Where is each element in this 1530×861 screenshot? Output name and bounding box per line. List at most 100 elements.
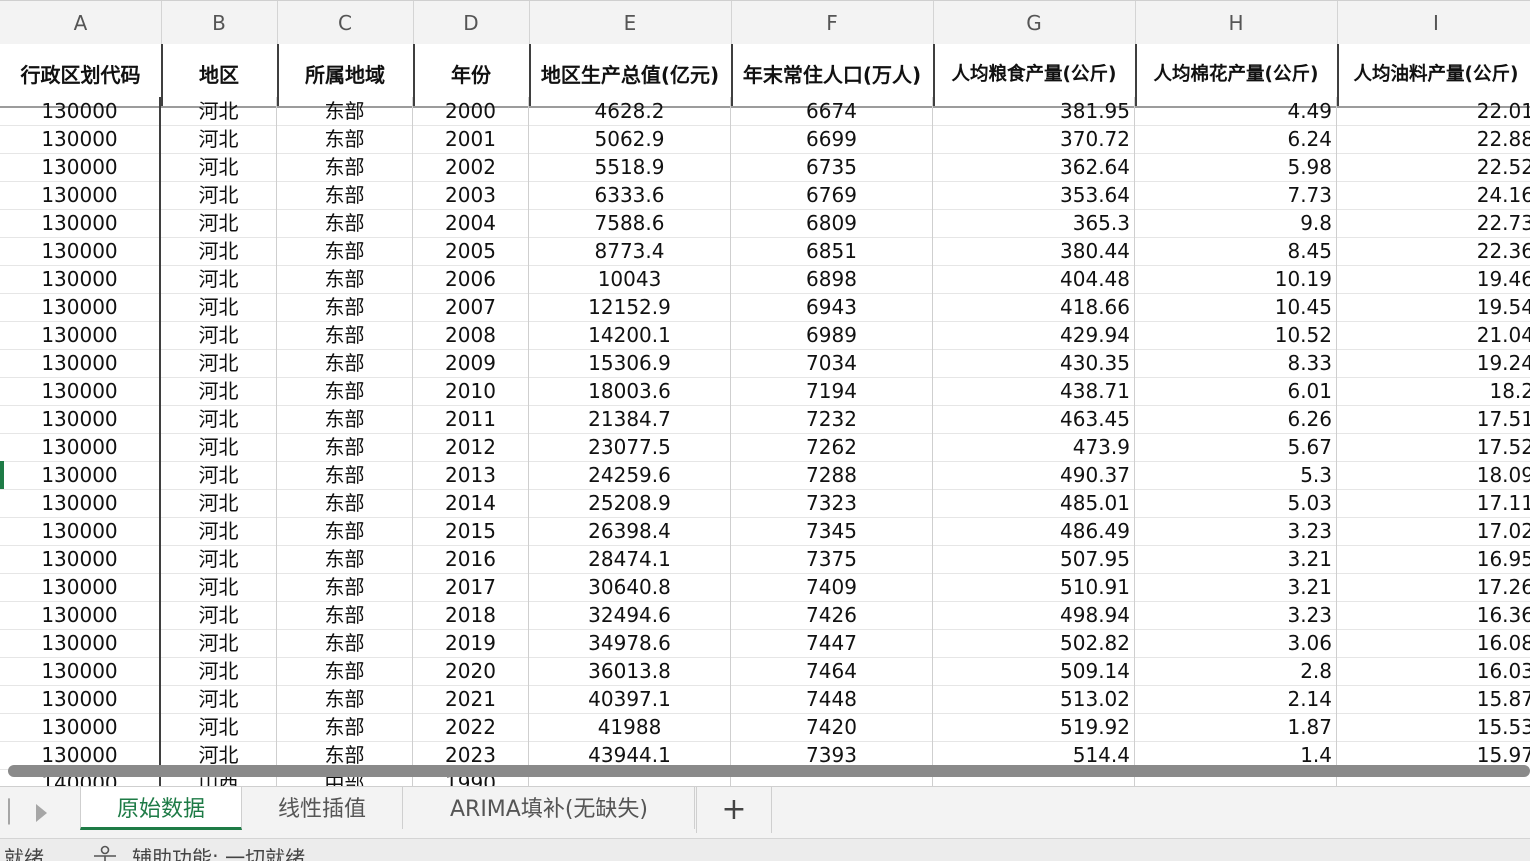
cell-year[interactable]: 2005: [413, 237, 529, 265]
cell-gdp[interactable]: 18003.6: [529, 377, 731, 405]
cell-year[interactable]: 2000: [413, 97, 529, 125]
cell-gdp[interactable]: 8773.4: [529, 237, 731, 265]
cell-grain-per-capita[interactable]: 502.82: [933, 629, 1135, 657]
cell-region[interactable]: 河北: [161, 209, 277, 237]
cell-region[interactable]: 河北: [161, 349, 277, 377]
horizontal-scrollbar[interactable]: [8, 765, 1530, 777]
cell-cotton-per-capita[interactable]: 8.33: [1135, 349, 1337, 377]
cell-oil-per-capita[interactable]: 22.88: [1337, 125, 1530, 153]
cell-cotton-per-capita[interactable]: 6.01: [1135, 377, 1337, 405]
cell-region-code[interactable]: 130000: [0, 181, 161, 209]
cell-gdp[interactable]: 30640.8: [529, 573, 731, 601]
cell-oil-per-capita[interactable]: 19.24: [1337, 349, 1530, 377]
column-letter-b[interactable]: B: [161, 1, 278, 45]
cell-cotton-per-capita[interactable]: 5.03: [1135, 489, 1337, 517]
cell-region-code[interactable]: 130000: [0, 461, 161, 489]
cell-gdp[interactable]: 23077.5: [529, 433, 731, 461]
cell-year[interactable]: 2016: [413, 545, 529, 573]
cell-region-code[interactable]: 130000: [0, 573, 161, 601]
cell-region[interactable]: 河北: [161, 97, 277, 125]
cell-grain-per-capita[interactable]: 473.9: [933, 433, 1135, 461]
cell-region-code[interactable]: 130000: [0, 125, 161, 153]
cell-gdp[interactable]: 5062.9: [529, 125, 731, 153]
cell-year[interactable]: 2018: [413, 601, 529, 629]
cell-region-code[interactable]: 130000: [0, 153, 161, 181]
cell-cotton-per-capita[interactable]: 8.45: [1135, 237, 1337, 265]
cell-region[interactable]: 河北: [161, 573, 277, 601]
cell-area[interactable]: 东部: [277, 573, 413, 601]
cell-population[interactable]: 7194: [731, 377, 933, 405]
cell-region[interactable]: 河北: [161, 433, 277, 461]
cell-area[interactable]: 东部: [277, 657, 413, 685]
cell-grain-per-capita[interactable]: 370.72: [933, 125, 1135, 153]
cell-area[interactable]: 东部: [277, 517, 413, 545]
column-letter-c[interactable]: C: [277, 1, 414, 45]
cell-gdp[interactable]: 32494.6: [529, 601, 731, 629]
cell-gdp[interactable]: 41988: [529, 713, 731, 741]
cell-year[interactable]: 2012: [413, 433, 529, 461]
cell-grain-per-capita[interactable]: 362.64: [933, 153, 1135, 181]
cell-region-code[interactable]: 130000: [0, 657, 161, 685]
cell-grain-per-capita[interactable]: 429.94: [933, 321, 1135, 349]
cell-grain-per-capita[interactable]: 507.95: [933, 545, 1135, 573]
cell-gdp[interactable]: 25208.9: [529, 489, 731, 517]
cell-cotton-per-capita[interactable]: 9.8: [1135, 209, 1337, 237]
cell-area[interactable]: 东部: [277, 629, 413, 657]
cell-population[interactable]: 6769: [731, 181, 933, 209]
cell-oil-per-capita[interactable]: 17.52: [1337, 433, 1530, 461]
cell-year[interactable]: 2009: [413, 349, 529, 377]
cell-region[interactable]: 河北: [161, 629, 277, 657]
cell-area[interactable]: 东部: [277, 237, 413, 265]
cell-oil-per-capita[interactable]: 19.46: [1337, 265, 1530, 293]
cell-cotton-per-capita[interactable]: 4.49: [1135, 97, 1337, 125]
cell-area[interactable]: 东部: [277, 601, 413, 629]
cell-grain-per-capita[interactable]: 380.44: [933, 237, 1135, 265]
cell-area[interactable]: 东部: [277, 153, 413, 181]
cell-cotton-per-capita[interactable]: 7.73: [1135, 181, 1337, 209]
cell-region[interactable]: 河北: [161, 293, 277, 321]
cell-cotton-per-capita[interactable]: 6.24: [1135, 125, 1337, 153]
cell-year[interactable]: 2008: [413, 321, 529, 349]
cell-population[interactable]: 6699: [731, 125, 933, 153]
cell-year[interactable]: 2011: [413, 405, 529, 433]
cell-population[interactable]: 7447: [731, 629, 933, 657]
cell-gdp[interactable]: 4628.2: [529, 97, 731, 125]
cell-region[interactable]: 河北: [161, 517, 277, 545]
cell-region[interactable]: 河北: [161, 377, 277, 405]
cell-year[interactable]: 2010: [413, 377, 529, 405]
cell-grain-per-capita[interactable]: 463.45: [933, 405, 1135, 433]
cell-region[interactable]: 河北: [161, 461, 277, 489]
cell-population[interactable]: 6898: [731, 265, 933, 293]
cell-area[interactable]: 东部: [277, 293, 413, 321]
cell-grain-per-capita[interactable]: 519.92: [933, 713, 1135, 741]
cell-region[interactable]: 河北: [161, 545, 277, 573]
cell-year[interactable]: 2014: [413, 489, 529, 517]
cell-population[interactable]: 6809: [731, 209, 933, 237]
cell-year[interactable]: 2001: [413, 125, 529, 153]
cell-year[interactable]: 2013: [413, 461, 529, 489]
cell-area[interactable]: 东部: [277, 489, 413, 517]
cell-gdp[interactable]: 6333.6: [529, 181, 731, 209]
cell-year[interactable]: 2022: [413, 713, 529, 741]
cell-region-code[interactable]: 130000: [0, 545, 161, 573]
cell-population[interactable]: 7262: [731, 433, 933, 461]
cell-gdp[interactable]: 5518.9: [529, 153, 731, 181]
cell-population[interactable]: 7345: [731, 517, 933, 545]
cell-population[interactable]: 7288: [731, 461, 933, 489]
cell-region-code[interactable]: 130000: [0, 629, 161, 657]
cell-population[interactable]: 7232: [731, 405, 933, 433]
cell-area[interactable]: 东部: [277, 545, 413, 573]
cell-area[interactable]: 东部: [277, 461, 413, 489]
cell-area[interactable]: 东部: [277, 405, 413, 433]
cell-oil-per-capita[interactable]: 19.54: [1337, 293, 1530, 321]
cell-oil-per-capita[interactable]: 18.09: [1337, 461, 1530, 489]
cell-gdp[interactable]: 24259.6: [529, 461, 731, 489]
cell-grain-per-capita[interactable]: 365.3: [933, 209, 1135, 237]
cell-region[interactable]: 河北: [161, 601, 277, 629]
cell-region[interactable]: 河北: [161, 489, 277, 517]
cell-region-code[interactable]: 130000: [0, 321, 161, 349]
cell-cotton-per-capita[interactable]: 6.26: [1135, 405, 1337, 433]
column-letter-i[interactable]: I: [1337, 1, 1530, 45]
cell-grain-per-capita[interactable]: 381.95: [933, 97, 1135, 125]
cell-population[interactable]: 6989: [731, 321, 933, 349]
